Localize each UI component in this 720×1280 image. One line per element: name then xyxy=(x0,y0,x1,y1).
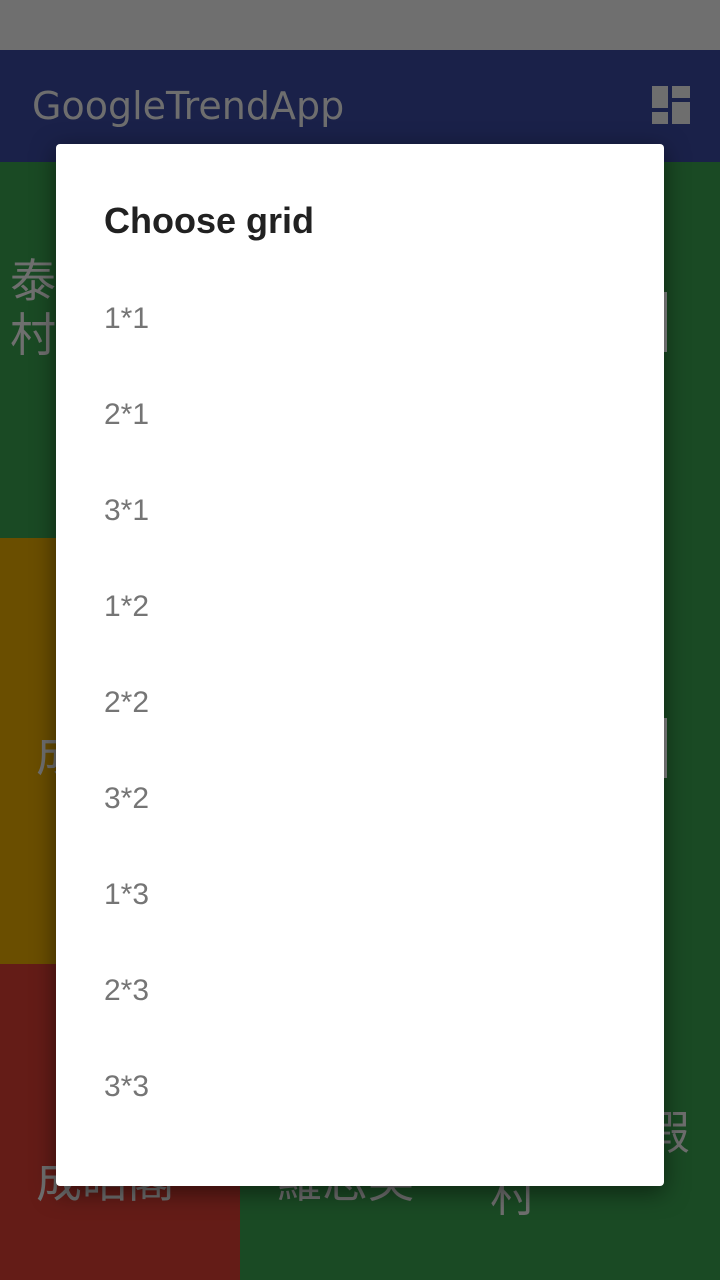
grid-option-label: 1*2 xyxy=(104,590,150,623)
grid-option-2x1[interactable]: 2*1 xyxy=(56,370,664,466)
grid-option-label: 3*1 xyxy=(104,494,150,527)
grid-option-1x1[interactable]: 1*1 xyxy=(56,274,664,370)
grid-option-1x2[interactable]: 1*2 xyxy=(56,562,664,658)
grid-option-label: 1*1 xyxy=(104,302,150,335)
dashboard-grid-icon[interactable] xyxy=(652,86,690,124)
grid-option-label: 3*2 xyxy=(104,782,150,815)
divider xyxy=(664,718,667,778)
grid-option-3x1[interactable]: 3*1 xyxy=(56,466,664,562)
choose-grid-dialog: Choose grid 1*1 2*1 3*1 1*2 2*2 3*2 1*3 … xyxy=(56,144,664,1186)
dialog-title: Choose grid xyxy=(104,200,315,241)
grid-option-label: 1*3 xyxy=(104,878,150,911)
app-title: GoogleTrendApp xyxy=(32,84,345,128)
divider xyxy=(664,292,667,352)
grid-option-3x2[interactable]: 3*2 xyxy=(56,754,664,850)
grid-option-2x3[interactable]: 2*3 xyxy=(56,946,664,1042)
grid-option-label: 2*2 xyxy=(104,686,150,719)
grid-option-label: 3*3 xyxy=(104,1070,150,1103)
grid-option-label: 2*3 xyxy=(104,974,150,1007)
grid-option-3x3[interactable]: 3*3 xyxy=(56,1042,664,1138)
grid-option-1x3[interactable]: 1*3 xyxy=(56,850,664,946)
grid-option-2x2[interactable]: 2*2 xyxy=(56,658,664,754)
status-bar xyxy=(0,0,720,50)
grid-option-label: 2*1 xyxy=(104,398,150,431)
trend-tile-text: 泰 村 xyxy=(10,254,56,362)
